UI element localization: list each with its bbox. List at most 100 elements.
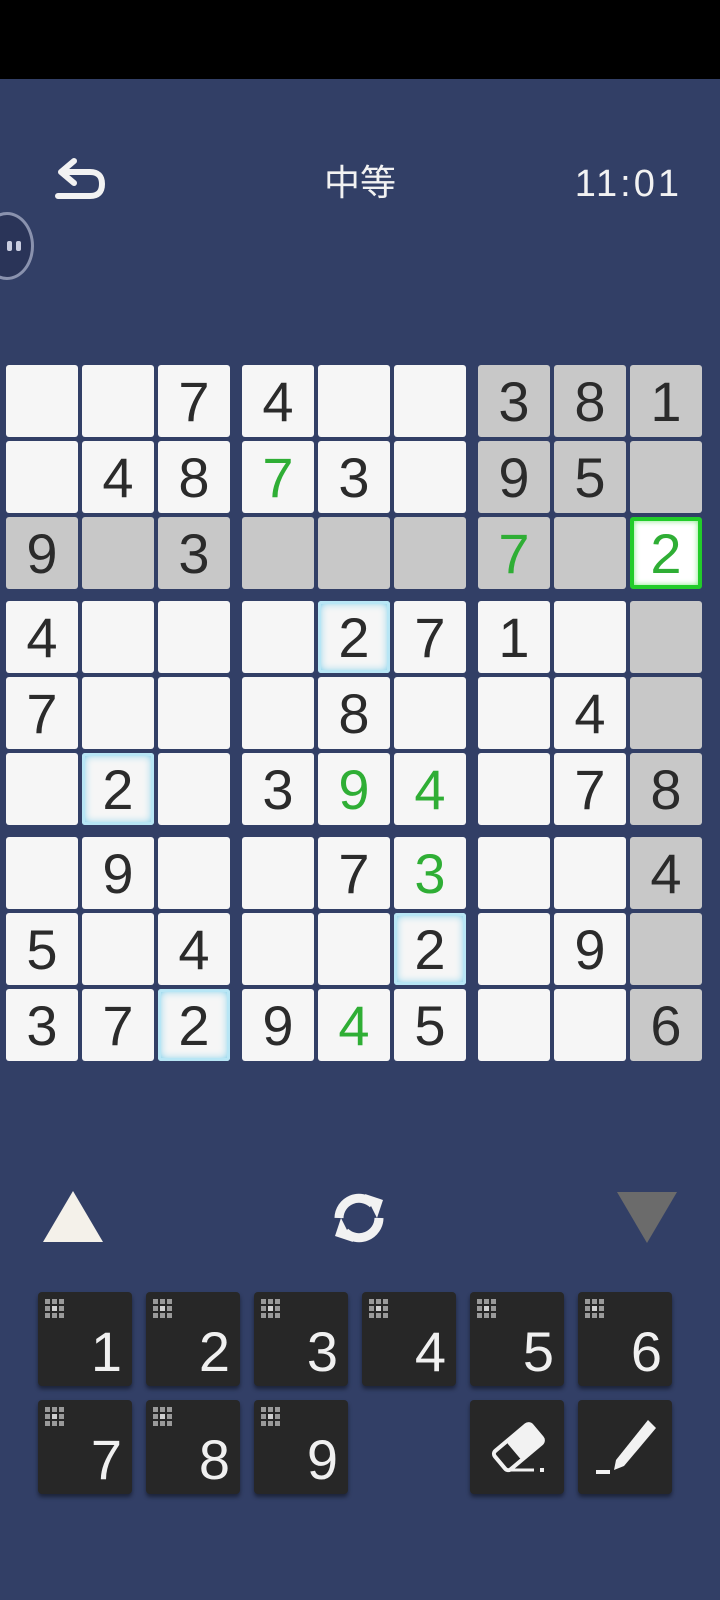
digit-key-3[interactable]: 3: [254, 1292, 348, 1386]
sudoku-cell[interactable]: 7: [554, 753, 626, 825]
sudoku-cell[interactable]: 4: [158, 913, 230, 985]
digit-key-8[interactable]: 8: [146, 1400, 240, 1494]
sudoku-cell[interactable]: 7: [318, 837, 390, 909]
sudoku-cell[interactable]: [554, 989, 626, 1061]
sudoku-cell[interactable]: 8: [554, 365, 626, 437]
sudoku-cell[interactable]: [554, 837, 626, 909]
sudoku-cell[interactable]: 7: [242, 441, 314, 513]
digit-key-9[interactable]: 9: [254, 1400, 348, 1494]
digit-label: 4: [414, 1320, 446, 1383]
sudoku-cell[interactable]: 4: [630, 837, 702, 909]
sudoku-cell[interactable]: 7: [6, 677, 78, 749]
sudoku-cell[interactable]: [82, 517, 154, 589]
sudoku-cell[interactable]: [242, 517, 314, 589]
digit-key-1[interactable]: 1: [38, 1292, 132, 1386]
sudoku-cell[interactable]: [630, 441, 702, 513]
sudoku-cell[interactable]: [478, 837, 550, 909]
sudoku-cell[interactable]: [158, 753, 230, 825]
digit-key-4[interactable]: 4: [362, 1292, 456, 1386]
sudoku-cell[interactable]: 2: [394, 913, 466, 985]
sudoku-cell[interactable]: [630, 913, 702, 985]
sudoku-cell[interactable]: [6, 837, 78, 909]
sudoku-cell[interactable]: 7: [158, 365, 230, 437]
sudoku-cell[interactable]: 4: [554, 677, 626, 749]
sudoku-cell[interactable]: [82, 913, 154, 985]
sudoku-cell[interactable]: [630, 677, 702, 749]
sudoku-cell[interactable]: 6: [630, 989, 702, 1061]
sudoku-cell[interactable]: 4: [394, 753, 466, 825]
sudoku-cell[interactable]: 7: [394, 601, 466, 673]
sudoku-cell[interactable]: 9: [242, 989, 314, 1061]
sudoku-cell[interactable]: [158, 677, 230, 749]
sudoku-cell[interactable]: 1: [478, 601, 550, 673]
digit-key-2[interactable]: 2: [146, 1292, 240, 1386]
sudoku-cell[interactable]: 9: [318, 753, 390, 825]
digit-label: 3: [306, 1320, 338, 1383]
sudoku-cell[interactable]: 2: [158, 989, 230, 1061]
sudoku-cell[interactable]: 4: [6, 601, 78, 673]
sudoku-cell[interactable]: [242, 601, 314, 673]
sudoku-cell[interactable]: [242, 677, 314, 749]
sudoku-cell[interactable]: [242, 837, 314, 909]
sudoku-cell[interactable]: [6, 441, 78, 513]
sudoku-cell[interactable]: [478, 989, 550, 1061]
sudoku-cell[interactable]: 5: [6, 913, 78, 985]
sudoku-cell[interactable]: [82, 365, 154, 437]
sudoku-cell[interactable]: [394, 517, 466, 589]
sudoku-cell[interactable]: 5: [394, 989, 466, 1061]
sudoku-cell[interactable]: [82, 677, 154, 749]
sudoku-cell[interactable]: 9: [82, 837, 154, 909]
sudoku-cell[interactable]: [318, 517, 390, 589]
digit-key-5[interactable]: 5: [470, 1292, 564, 1386]
sudoku-cell[interactable]: 3: [478, 365, 550, 437]
sudoku-cell[interactable]: [478, 677, 550, 749]
sudoku-cell[interactable]: [6, 365, 78, 437]
sudoku-cell[interactable]: [394, 365, 466, 437]
pencil-button[interactable]: [578, 1400, 672, 1494]
sudoku-cell[interactable]: [478, 913, 550, 985]
sudoku-cell[interactable]: 4: [82, 441, 154, 513]
sudoku-cell[interactable]: [630, 601, 702, 673]
sudoku-cell[interactable]: 7: [82, 989, 154, 1061]
sudoku-cell[interactable]: 3: [158, 517, 230, 589]
sudoku-cell[interactable]: [158, 837, 230, 909]
sudoku-cell[interactable]: 3: [242, 753, 314, 825]
sudoku-cell[interactable]: [394, 677, 466, 749]
previous-button[interactable]: [40, 1188, 106, 1246]
sudoku-cell[interactable]: [478, 753, 550, 825]
erase-button[interactable]: [470, 1400, 564, 1494]
sudoku-cell[interactable]: [82, 601, 154, 673]
sudoku-cell[interactable]: 8: [630, 753, 702, 825]
digit-key-7[interactable]: 7: [38, 1400, 132, 1494]
sudoku-cell[interactable]: 8: [158, 441, 230, 513]
sudoku-cell[interactable]: 9: [6, 517, 78, 589]
sudoku-cell[interactable]: [554, 601, 626, 673]
sudoku-cell[interactable]: [554, 517, 626, 589]
sudoku-cell[interactable]: 3: [318, 441, 390, 513]
sudoku-cell[interactable]: 9: [478, 441, 550, 513]
sudoku-cell[interactable]: [318, 365, 390, 437]
digit-label: 1: [90, 1320, 122, 1383]
sudoku-cell[interactable]: [394, 441, 466, 513]
sudoku-cell[interactable]: 5: [554, 441, 626, 513]
sudoku-cell[interactable]: 8: [318, 677, 390, 749]
sudoku-cell[interactable]: 3: [394, 837, 466, 909]
sudoku-cell[interactable]: 4: [318, 989, 390, 1061]
sudoku-cell[interactable]: 2: [82, 753, 154, 825]
sudoku-cell[interactable]: [158, 601, 230, 673]
timer: 11:01: [574, 163, 682, 205]
digit-label: 5: [522, 1320, 554, 1383]
sudoku-cell[interactable]: 9: [554, 913, 626, 985]
digit-key-6[interactable]: 6: [578, 1292, 672, 1386]
sudoku-cell[interactable]: [242, 913, 314, 985]
sudoku-cell[interactable]: 3: [6, 989, 78, 1061]
sudoku-cell[interactable]: 2: [318, 601, 390, 673]
sudoku-cell[interactable]: [6, 753, 78, 825]
sudoku-cell[interactable]: 7: [478, 517, 550, 589]
sudoku-cell[interactable]: [318, 913, 390, 985]
next-button[interactable]: [614, 1188, 680, 1246]
sudoku-cell[interactable]: 2: [630, 517, 702, 589]
rotate-button[interactable]: [325, 1184, 393, 1252]
sudoku-cell[interactable]: 1: [630, 365, 702, 437]
sudoku-cell[interactable]: 4: [242, 365, 314, 437]
